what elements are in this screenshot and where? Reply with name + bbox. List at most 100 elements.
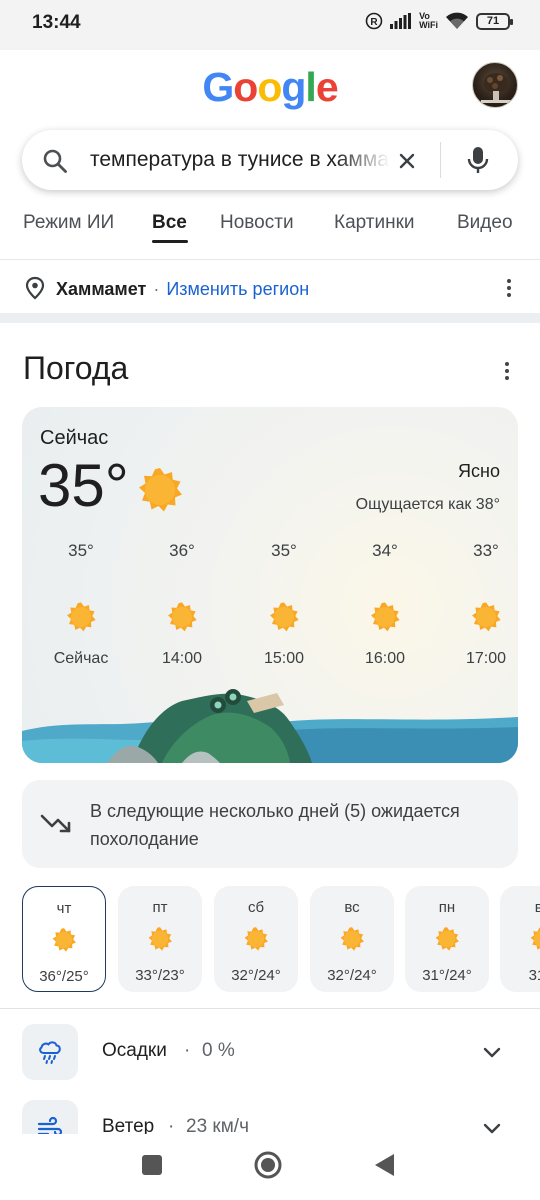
- precipitation-value: 0 %: [202, 1040, 235, 1061]
- trend-card[interactable]: В следующие несколько дней (5) ожидается…: [22, 780, 518, 868]
- logo-letter: o: [233, 64, 258, 110]
- now-label: Сейчас: [40, 427, 109, 449]
- location-text: Хаммамет · Изменить регион: [56, 279, 309, 300]
- sun-icon: [67, 602, 96, 632]
- wind-icon: [37, 1116, 63, 1134]
- avatar[interactable]: [472, 62, 518, 108]
- battery-icon: 71: [476, 12, 513, 30]
- microphone-icon[interactable]: [462, 144, 494, 176]
- android-navigation-bar: [0, 1134, 540, 1200]
- wind-value: 23 км/ч: [186, 1116, 249, 1134]
- hourly-time: 14:00: [161, 650, 203, 667]
- logo-letter: l: [305, 64, 316, 110]
- active-tab-indicator: [152, 240, 188, 243]
- day-name: пт: [152, 899, 168, 916]
- tab-ai-mode[interactable]: Режим ИИ: [23, 212, 114, 234]
- hourly-temp: 34°: [372, 541, 398, 560]
- location-more-icon[interactable]: [506, 279, 512, 301]
- hourly-time: Сейчас: [53, 650, 109, 667]
- day-name: чт: [56, 900, 72, 917]
- header: Google: [0, 50, 540, 118]
- day-temps: 31°/24°: [422, 967, 472, 984]
- sun-icon: [139, 468, 182, 512]
- avatar-image: [481, 73, 511, 103]
- logo-letter: e: [315, 64, 339, 110]
- weather-title: Погода: [23, 350, 129, 386]
- hourly-time: 15:00: [263, 650, 305, 667]
- logo-letter: G: [202, 64, 234, 110]
- day-card[interactable]: сб 32°/24°: [214, 886, 298, 992]
- tab-video[interactable]: Видео: [457, 212, 513, 234]
- location-row: Хаммамет · Изменить регион: [0, 262, 540, 312]
- svg-text:R: R: [370, 17, 378, 28]
- sun-icon: [530, 927, 540, 951]
- search-input[interactable]: температура в тунисе в хаммамет: [90, 148, 390, 172]
- google-search-results-page: 13:44 R Vo WiFi 71 Google температура в …: [0, 0, 540, 1200]
- sun-icon: [148, 927, 172, 951]
- day-card[interactable]: вс 32°/24°: [310, 886, 394, 992]
- tab-all[interactable]: Все: [152, 212, 187, 234]
- daily-overflow-clip: вт 31°/: [500, 886, 540, 994]
- precipitation-label: Осадки: [102, 1040, 167, 1061]
- weather-landscape-illustration: [22, 689, 518, 763]
- day-name: сб: [247, 899, 265, 916]
- rain-cloud-icon-box: [22, 1024, 78, 1080]
- day-card[interactable]: пн 31°/24°: [405, 886, 489, 992]
- back-button-icon[interactable]: [372, 1152, 396, 1178]
- status-bar: 13:44 R Vo WiFi 71: [0, 0, 540, 50]
- trending-down-icon: [40, 814, 71, 833]
- hourly-time: 16:00: [364, 650, 406, 667]
- wind-label: Ветер: [102, 1116, 155, 1134]
- day-name: вс: [344, 899, 360, 916]
- search-divider: [440, 142, 441, 178]
- change-region-link[interactable]: Изменить регион: [166, 279, 309, 299]
- section-divider: [0, 313, 540, 323]
- weather-more-icon[interactable]: [504, 362, 510, 384]
- sun-icon: [435, 927, 459, 951]
- tab-news[interactable]: Новости: [220, 212, 294, 234]
- tab-images[interactable]: Картинки: [334, 212, 415, 234]
- logo-letter: g: [281, 64, 306, 110]
- search-bar[interactable]: температура в тунисе в хаммамет: [22, 130, 518, 190]
- daily-forecast: чт 36°/25° пт 33°/23° сб 32°/24° вс 32°/…: [0, 886, 540, 994]
- divider: [0, 1008, 540, 1009]
- vowifi-icon: Vo WiFi: [419, 12, 438, 30]
- day-temps: 32°/24°: [327, 967, 377, 984]
- google-logo[interactable]: Google: [0, 64, 540, 111]
- chevron-down-icon[interactable]: [482, 1118, 502, 1134]
- status-icons: R Vo WiFi 71: [365, 12, 513, 30]
- weather-card[interactable]: Сейчас 35° Ясно Ощущается как 38° 35° Се…: [22, 407, 518, 763]
- home-button-icon[interactable]: [253, 1150, 283, 1180]
- logo-letter: o: [257, 64, 282, 110]
- location-pin-icon: [25, 276, 45, 300]
- sun-icon: [472, 602, 501, 632]
- vowifi-line2: WiFi: [419, 20, 438, 30]
- day-card[interactable]: чт 36°/25°: [22, 886, 106, 992]
- weather-details: Осадки · 0 % Ветер · 23 км/ч: [0, 1024, 540, 1134]
- day-temps: 33°/23°: [135, 967, 185, 984]
- recents-button-icon[interactable]: [141, 1154, 163, 1176]
- location-separator: ·: [153, 279, 160, 299]
- rain-cloud-icon: [39, 1041, 61, 1064]
- wind-row[interactable]: Ветер · 23 км/ч: [0, 1100, 540, 1134]
- clear-icon[interactable]: [392, 146, 422, 176]
- day-card[interactable]: вт 31°/: [500, 886, 540, 992]
- hourly-item: 33° 17:00: [446, 541, 518, 668]
- search-icon: [43, 149, 67, 173]
- wind-icon-box: [22, 1100, 78, 1134]
- precipitation-row[interactable]: Осадки · 0 %: [0, 1024, 540, 1082]
- chevron-down-icon[interactable]: [482, 1042, 502, 1062]
- sun-icon: [340, 927, 364, 951]
- hourly-item: 36° 14:00: [142, 541, 222, 668]
- search-tabs: Режим ИИ Все Новости Картинки Видео: [0, 200, 540, 260]
- hourly-time: 17:00: [465, 650, 507, 667]
- sun-icon: [244, 927, 268, 951]
- location-city: Хаммамет: [56, 279, 147, 299]
- day-name: пн: [438, 899, 456, 916]
- hourly-temp: 35°: [271, 541, 297, 560]
- weather-condition: Ясно: [458, 461, 500, 481]
- hourly-temp: 33°: [473, 541, 499, 560]
- wind-separator: ·: [168, 1116, 175, 1134]
- day-name: вт: [534, 899, 540, 916]
- day-card[interactable]: пт 33°/23°: [118, 886, 202, 992]
